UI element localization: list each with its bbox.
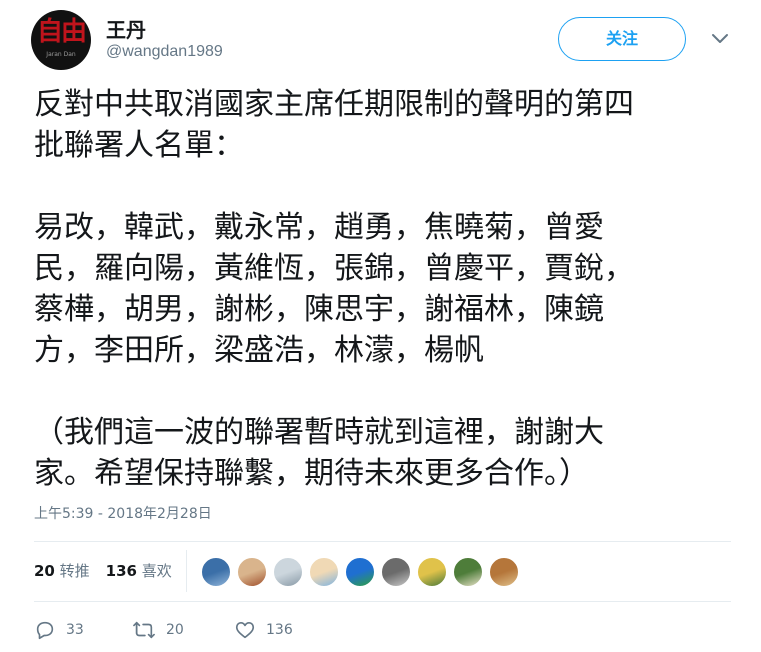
like-button[interactable]: 136 — [234, 618, 293, 642]
liker-avatar[interactable] — [273, 557, 303, 587]
liker-avatar[interactable] — [453, 557, 483, 587]
tweet-timestamp[interactable]: 上午5:39 - 2018年2月28日 — [34, 503, 212, 523]
reply-button[interactable]: 33 — [34, 618, 84, 642]
retweet-button[interactable]: 20 — [132, 618, 184, 642]
divider — [34, 601, 731, 602]
liker-avatar[interactable] — [345, 557, 375, 587]
retweets-stat-label: 转推 — [59, 562, 90, 580]
liker-avatar[interactable] — [381, 557, 411, 587]
like-count: 136 — [266, 622, 293, 638]
tweet-text: 反對中共取消國家主席任期限制的聲明的第四 批聯署人名單： 易改，韓武，戴永常，趙… — [34, 87, 634, 491]
author-avatar[interactable]: 自由 Jaran Dan — [31, 10, 91, 70]
retweet-icon — [133, 621, 155, 639]
likes-stat-label: 喜欢 — [141, 562, 172, 580]
retweet-count: 20 — [166, 622, 184, 638]
retweets-stat-count: 20 — [34, 562, 55, 580]
reply-icon — [36, 621, 54, 640]
likes-stat[interactable]: 136 喜欢 — [106, 562, 172, 580]
author-handle[interactable]: @wangdan1989 — [106, 43, 223, 61]
avatar-text: 自由 — [36, 17, 87, 47]
retweets-stat[interactable]: 20 转推 — [34, 562, 90, 580]
reply-count: 33 — [66, 622, 84, 638]
liker-avatar[interactable] — [417, 557, 447, 587]
divider — [34, 541, 731, 542]
author-display-name[interactable]: 王丹 — [106, 14, 146, 43]
liker-avatar[interactable] — [237, 557, 267, 587]
likes-stat-count: 136 — [105, 562, 137, 580]
tweet-stats: 20 转推 136 喜欢 — [34, 560, 188, 581]
liker-avatar[interactable] — [489, 557, 519, 587]
stats-divider — [186, 550, 187, 592]
follow-button[interactable]: 关注 — [558, 17, 686, 61]
liker-avatar[interactable] — [201, 557, 231, 587]
avatar-caption: Jaran Dan — [46, 51, 76, 58]
liker-avatar[interactable] — [309, 557, 339, 587]
heart-icon — [235, 622, 255, 639]
chevron-down-icon[interactable] — [711, 32, 729, 46]
